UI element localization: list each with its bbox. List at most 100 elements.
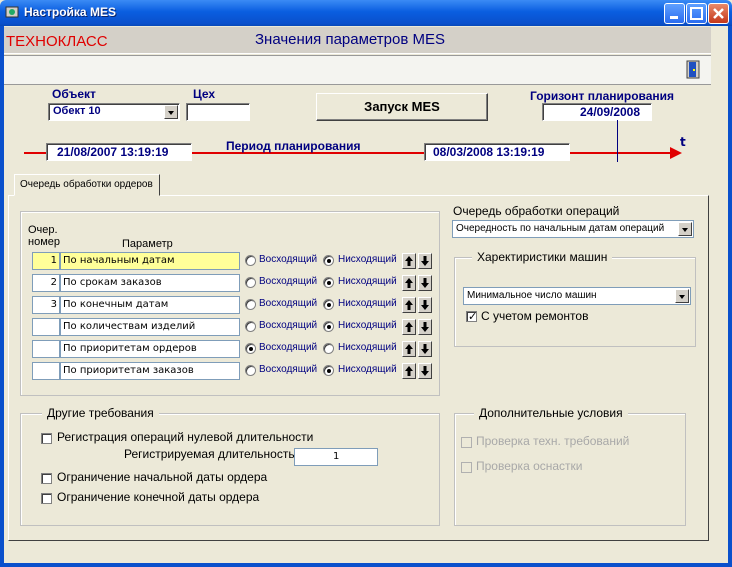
move-up-button[interactable] bbox=[402, 341, 416, 357]
repairs-checkbox[interactable]: ✓ bbox=[466, 310, 478, 323]
asc-label: Восходящий bbox=[259, 364, 318, 375]
move-up-button[interactable] bbox=[402, 275, 416, 291]
asc-radio[interactable] bbox=[245, 277, 256, 288]
desc-radio[interactable] bbox=[323, 365, 334, 376]
order-param-field[interactable]: По количествам изделий bbox=[60, 318, 240, 336]
move-up-button[interactable] bbox=[402, 253, 416, 269]
maximize-button[interactable] bbox=[686, 3, 707, 24]
horizon-input[interactable]: 24/09/2008 bbox=[542, 103, 652, 121]
desc-radio[interactable] bbox=[323, 255, 334, 266]
move-down-button[interactable] bbox=[418, 253, 432, 269]
order-param-field[interactable]: По конечным датам bbox=[60, 296, 240, 314]
period-start-input[interactable]: 21/08/2007 13:19:19 bbox=[46, 143, 192, 161]
asc-radio[interactable] bbox=[245, 343, 256, 354]
desc-label: Нисходящий bbox=[338, 254, 397, 265]
workshop-input[interactable] bbox=[186, 103, 250, 121]
duration-input[interactable]: 1 bbox=[294, 448, 378, 466]
move-down-button[interactable] bbox=[418, 319, 432, 335]
asc-label: Восходящий bbox=[259, 320, 318, 331]
arrow-down-icon bbox=[421, 278, 429, 288]
col-num-label-1: Очер. bbox=[28, 224, 58, 236]
period-end-value: 08/03/2008 13:19:19 bbox=[433, 145, 545, 159]
tech-check-label: Проверка техн. требований bbox=[476, 434, 630, 448]
desc-radio[interactable] bbox=[323, 321, 334, 332]
move-down-button[interactable] bbox=[418, 341, 432, 357]
window-frame-right bbox=[728, 26, 732, 567]
desc-radio[interactable] bbox=[323, 343, 334, 354]
arrow-down-icon bbox=[421, 300, 429, 310]
col-param-label: Параметр bbox=[122, 238, 173, 250]
move-up-button[interactable] bbox=[402, 297, 416, 313]
machines-select-value: Минимальное число машин bbox=[467, 290, 597, 301]
asc-label: Восходящий bbox=[259, 298, 318, 309]
order-number-input[interactable] bbox=[32, 362, 60, 380]
zero-ops-checkbox[interactable] bbox=[41, 433, 52, 444]
order-param-field[interactable]: По приоритетам заказов bbox=[60, 362, 240, 380]
asc-radio[interactable] bbox=[245, 299, 256, 310]
desc-radio[interactable] bbox=[323, 277, 334, 288]
exit-door-icon[interactable] bbox=[684, 60, 702, 79]
order-number-input[interactable]: 2 bbox=[32, 274, 60, 292]
end-limit-checkbox[interactable] bbox=[41, 493, 52, 504]
period-start-value: 21/08/2007 13:19:19 bbox=[57, 145, 169, 159]
move-down-button[interactable] bbox=[418, 297, 432, 313]
checkmark-icon: ✓ bbox=[468, 310, 478, 323]
desc-label: Нисходящий bbox=[338, 276, 397, 287]
move-down-button[interactable] bbox=[418, 363, 432, 379]
tooling-check-checkbox[interactable] bbox=[461, 462, 472, 473]
close-icon bbox=[713, 8, 724, 19]
machines-legend: Харектиристики машин bbox=[472, 250, 613, 264]
arrow-down-icon bbox=[421, 344, 429, 354]
arrow-up-icon bbox=[405, 278, 413, 288]
operations-queue-value: Очередность по начальным датам операций bbox=[456, 223, 665, 234]
tab-order-queue[interactable]: Очередь обработки ордеров bbox=[14, 174, 160, 196]
period-end-input[interactable]: 08/03/2008 13:19:19 bbox=[424, 143, 570, 161]
asc-label: Восходящий bbox=[259, 254, 318, 265]
order-number-input[interactable] bbox=[32, 340, 60, 358]
workshop-input-value bbox=[187, 104, 249, 106]
col-num-label-2: номер bbox=[28, 236, 60, 248]
repairs-label: С учетом ремонтов bbox=[481, 309, 589, 323]
duration-label: Регистрируемая длительность bbox=[124, 447, 295, 461]
order-number-input[interactable] bbox=[32, 318, 60, 336]
order-number-input[interactable]: 1 bbox=[32, 252, 60, 270]
brand-label: ТЕХНОКЛАСС bbox=[6, 33, 108, 50]
asc-radio[interactable] bbox=[245, 365, 256, 376]
tech-check-checkbox[interactable] bbox=[461, 437, 472, 448]
order-param-field[interactable]: По приоритетам ордеров bbox=[60, 340, 240, 358]
workshop-label: Цех bbox=[193, 87, 216, 101]
start-limit-checkbox[interactable] bbox=[41, 473, 52, 484]
arrow-up-icon bbox=[405, 322, 413, 332]
asc-radio[interactable] bbox=[245, 255, 256, 266]
object-select-value: Обект 10 bbox=[53, 105, 101, 117]
arrow-up-icon bbox=[405, 344, 413, 354]
object-select[interactable]: Обект 10 bbox=[48, 103, 180, 121]
chevron-down-icon[interactable] bbox=[675, 289, 689, 303]
order-param-field[interactable]: По начальным датам bbox=[60, 252, 240, 270]
close-button[interactable] bbox=[708, 3, 729, 24]
arrow-down-icon bbox=[421, 256, 429, 266]
desc-radio[interactable] bbox=[323, 299, 334, 310]
order-param-field[interactable]: По срокам заказов bbox=[60, 274, 240, 292]
extra-conditions-legend: Дополнительные условия bbox=[474, 406, 628, 420]
order-number-input[interactable]: 3 bbox=[32, 296, 60, 314]
move-down-button[interactable] bbox=[418, 275, 432, 291]
operations-queue-select[interactable]: Очередность по начальным датам операций bbox=[452, 220, 694, 238]
window-frame-bottom bbox=[0, 563, 732, 567]
operations-queue-label: Очередь обработки операций bbox=[453, 204, 620, 218]
arrow-up-icon bbox=[405, 256, 413, 266]
timeline-t-label: t bbox=[680, 135, 686, 149]
chevron-down-icon[interactable] bbox=[164, 105, 178, 119]
other-requirements-legend: Другие требования bbox=[42, 406, 159, 420]
desc-label: Нисходящий bbox=[338, 342, 397, 353]
move-up-button[interactable] bbox=[402, 319, 416, 335]
zero-ops-label: Регистрация операций нулевой длительност… bbox=[57, 430, 314, 444]
chevron-down-icon[interactable] bbox=[678, 222, 692, 236]
machines-select[interactable]: Минимальное число машин bbox=[463, 287, 691, 305]
minimize-button[interactable] bbox=[664, 3, 685, 24]
run-mes-button[interactable]: Запуск MES bbox=[316, 93, 488, 121]
move-up-button[interactable] bbox=[402, 363, 416, 379]
asc-radio[interactable] bbox=[245, 321, 256, 332]
tooling-check-label: Проверка оснастки bbox=[476, 459, 583, 473]
minimize-icon bbox=[670, 16, 678, 19]
